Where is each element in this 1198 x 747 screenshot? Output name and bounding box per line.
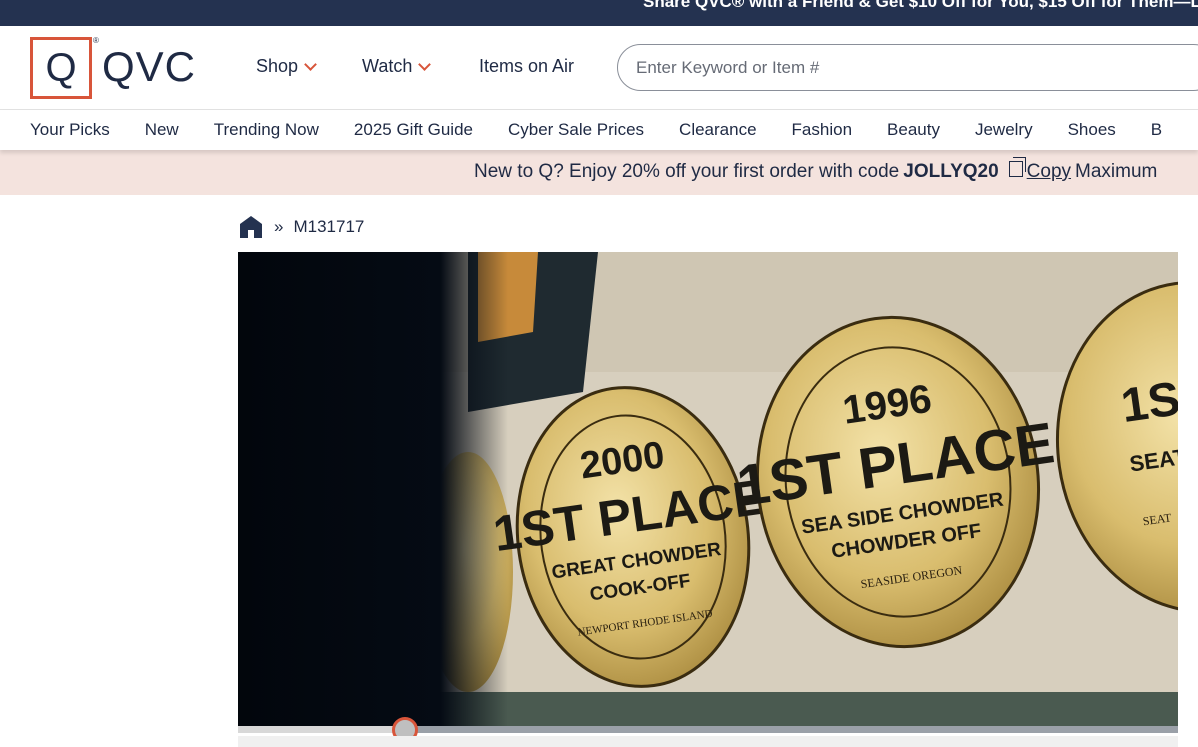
category-beauty[interactable]: Beauty: [887, 120, 940, 140]
category-fashion[interactable]: Fashion: [792, 120, 852, 140]
category-trending-now[interactable]: Trending Now: [214, 120, 319, 140]
offer-banner: New to Q? Enjoy 20% off your first order…: [0, 150, 1198, 195]
breadcrumb: » M131717: [238, 214, 364, 240]
copy-icon[interactable]: [1008, 157, 1026, 177]
category-clearance[interactable]: Clearance: [679, 120, 757, 140]
category-your-picks[interactable]: Your Picks: [30, 120, 110, 140]
chevron-down-icon: [418, 57, 432, 71]
nav-items-on-air-label: Items on Air: [479, 56, 575, 76]
breadcrumb-separator: »: [274, 217, 284, 236]
category-new[interactable]: New: [145, 120, 179, 140]
qvc-logo-mark[interactable]: Q: [30, 37, 92, 99]
category-cyber-sale[interactable]: Cyber Sale Prices: [508, 120, 644, 140]
nav-items-on-air[interactable]: Items on Air: [479, 56, 574, 77]
nav-watch-label: Watch: [362, 56, 413, 76]
qvc-logo-text[interactable]: QVC: [102, 46, 196, 88]
video-controls: [238, 736, 1178, 747]
breadcrumb-current: M131717: [293, 217, 365, 236]
video-frame: 2000 1ST PLACE GREAT CHOWDER COOK-OFF NE…: [238, 252, 1178, 732]
category-gift-guide[interactable]: 2025 Gift Guide: [354, 120, 473, 140]
offer-text-more: Maximum: [1075, 161, 1158, 182]
home-icon[interactable]: [238, 214, 264, 240]
promo-text[interactable]: Share QVC® with a Friend & Get $10 Off f…: [643, 0, 1198, 12]
promo-code: JOLLYQ20: [903, 161, 999, 182]
product-video[interactable]: 2000 1ST PLACE GREAT CHOWDER COOK-OFF NE…: [238, 252, 1178, 732]
category-shoes[interactable]: Shoes: [1068, 120, 1116, 140]
search-input[interactable]: [617, 44, 1198, 91]
category-more[interactable]: B: [1151, 120, 1162, 140]
category-jewelry[interactable]: Jewelry: [975, 120, 1033, 140]
registered-mark: ®: [93, 36, 99, 45]
foreground-shadow: [238, 252, 508, 732]
video-progress-fill: [238, 726, 406, 733]
nav-shop-label: Shop: [256, 56, 299, 76]
chevron-down-icon: [304, 57, 317, 71]
nav-watch[interactable]: Watch: [362, 56, 432, 77]
copy-code-link[interactable]: Copy: [1027, 161, 1071, 183]
promo-banner[interactable]: Share QVC® with a Friend & Get $10 Off f…: [0, 0, 1198, 26]
site-header: Q ® QVC Shop Watch Items on Air: [0, 26, 1198, 110]
offer-text: New to Q? Enjoy 20% off your first order…: [474, 161, 900, 182]
category-nav: Your Picks New Trending Now 2025 Gift Gu…: [0, 110, 1198, 150]
nav-shop[interactable]: Shop: [256, 56, 317, 77]
